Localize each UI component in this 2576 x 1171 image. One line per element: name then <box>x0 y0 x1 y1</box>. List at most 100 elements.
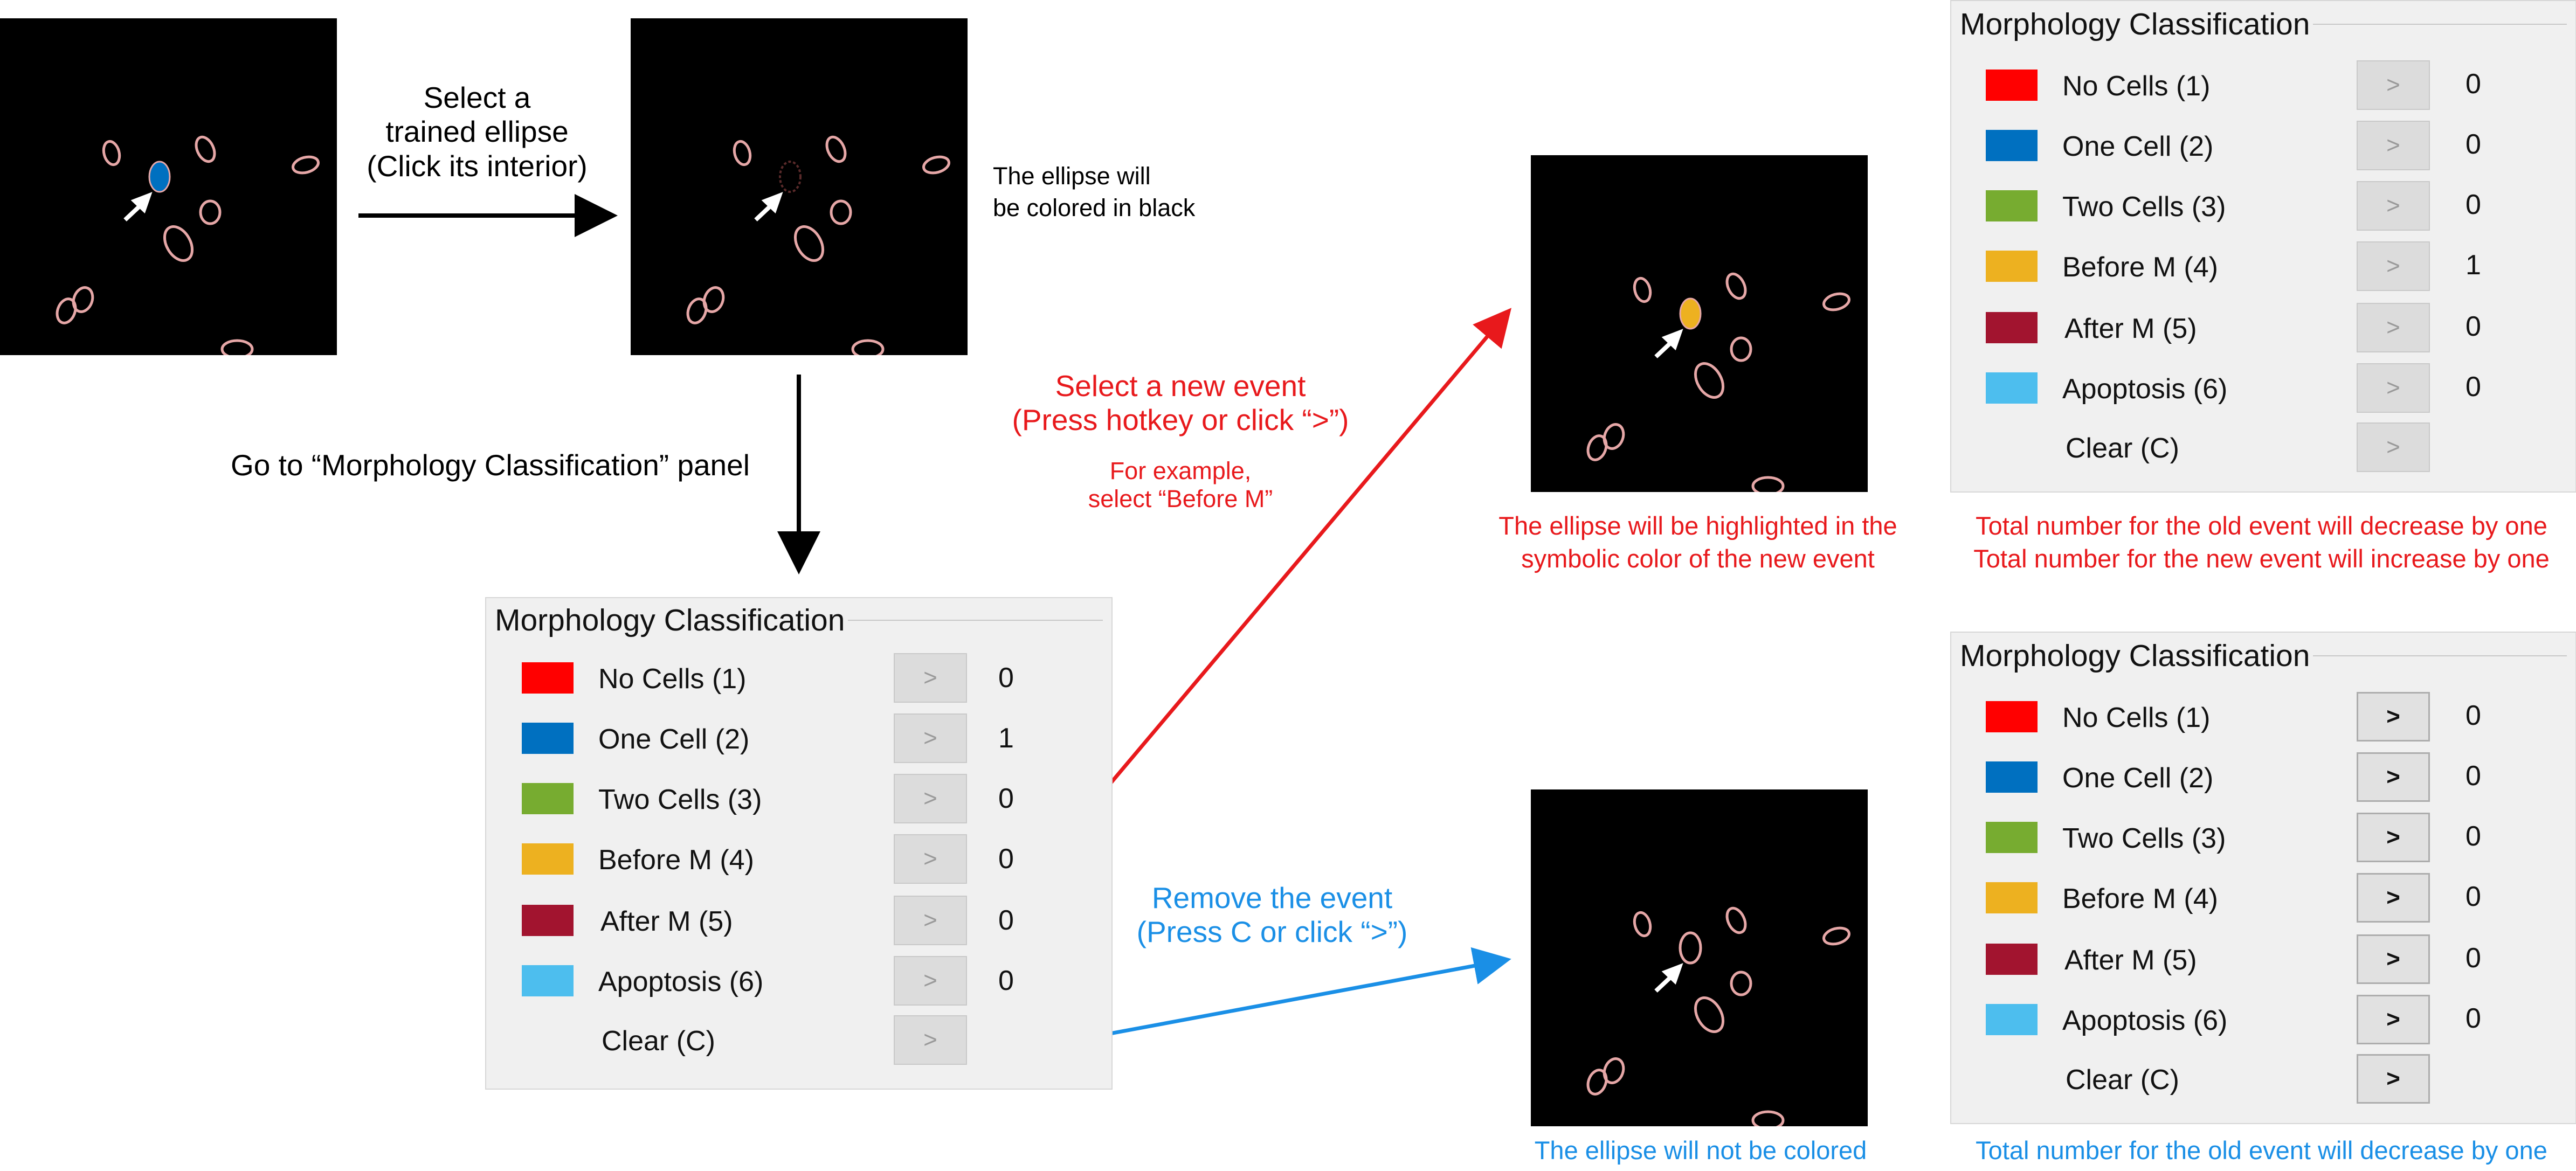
event-label: Before M (4) <box>2062 883 2218 914</box>
select-two-cells-button[interactable]: > <box>2357 181 2430 231</box>
microscopy-image-original <box>0 18 337 355</box>
color-swatch-two-cells <box>1986 822 2038 853</box>
color-swatch-before-m <box>1986 251 2038 282</box>
event-row-after-m: After M (5) > 0 <box>1951 301 2575 355</box>
event-label: Two Cells (3) <box>2062 191 2226 223</box>
morphology-classification-panel: Morphology Classification No Cells (1) >… <box>485 597 1113 1090</box>
cell-field <box>1586 272 1850 492</box>
panel-title: Morphology Classification <box>1957 638 2313 674</box>
clear-row: Clear (C) > <box>1951 1052 2575 1106</box>
clear-row: Clear (C) > <box>1951 420 2575 474</box>
select-apoptosis-button[interactable]: > <box>2357 995 2430 1044</box>
microscopy-image-selected <box>631 18 968 355</box>
cell-field <box>686 135 950 355</box>
color-swatch-after-m <box>522 905 574 936</box>
event-row-no-cells: No Cells (1) > 0 <box>486 651 1111 705</box>
select-no-cells-button[interactable]: > <box>894 653 967 703</box>
event-label: No Cells (1) <box>2062 702 2211 733</box>
cell-field <box>56 135 320 355</box>
event-count: 0 <box>2465 311 2481 342</box>
event-label: Apoptosis (6) <box>598 966 764 997</box>
clear-button[interactable]: > <box>2357 1054 2430 1104</box>
event-label: No Cells (1) <box>598 663 747 695</box>
event-row-one-cell: One Cell (2) > 0 <box>1951 119 2575 172</box>
clear-button[interactable]: > <box>894 1015 967 1065</box>
select-after-m-button[interactable]: > <box>2357 303 2430 352</box>
color-swatch-two-cells <box>1986 190 2038 221</box>
select-before-m-button[interactable]: > <box>894 834 967 884</box>
clear-label: Clear (C) <box>602 1026 715 1057</box>
event-label: Apoptosis (6) <box>2062 373 2228 405</box>
selected-ellipse <box>148 161 171 193</box>
select-no-cells-button[interactable]: > <box>2357 60 2430 110</box>
event-row-apoptosis: Apoptosis (6) > 0 <box>1951 361 2575 415</box>
event-count: 0 <box>2465 760 2481 792</box>
event-label: One Cell (2) <box>598 724 750 755</box>
event-count: 0 <box>998 843 1014 875</box>
select-two-cells-button[interactable]: > <box>2357 813 2430 862</box>
selected-ellipse <box>779 161 802 193</box>
clear-label: Clear (C) <box>2066 433 2179 464</box>
select-after-m-button[interactable]: > <box>2357 934 2430 984</box>
event-count: 0 <box>2465 189 2481 220</box>
remove-event-instruction: Remove the event (Press C or click “>”) <box>1136 881 1408 949</box>
event-row-before-m: Before M (4) > 0 <box>486 832 1111 886</box>
clear-label: Clear (C) <box>2066 1064 2179 1096</box>
cell-field <box>1586 906 1850 1126</box>
morphology-classification-panel-after-select: Morphology Classification No Cells (1) >… <box>1950 0 2576 493</box>
event-row-one-cell: One Cell (2) > 0 <box>1951 750 2575 804</box>
event-row-before-m: Before M (4) > 0 <box>1951 871 2575 925</box>
color-swatch-after-m <box>1986 944 2038 975</box>
event-count: 0 <box>2465 68 2481 100</box>
event-row-two-cells: Two Cells (3) > 0 <box>1951 179 2575 233</box>
color-swatch-before-m <box>1986 882 2038 913</box>
panel-title: Morphology Classification <box>1957 6 2313 42</box>
microscopy-image-before-m <box>1531 155 1868 492</box>
event-count: 0 <box>2465 129 2481 160</box>
select-apoptosis-button[interactable]: > <box>894 956 967 1006</box>
event-count: 0 <box>998 662 1014 694</box>
event-count: 0 <box>998 965 1014 996</box>
microscopy-image-cleared <box>1531 789 1868 1126</box>
color-swatch-apoptosis <box>522 965 574 996</box>
event-label: After M (5) <box>2064 945 2197 976</box>
not-colored-caption: The ellipse will not be colored <box>1534 1136 1867 1165</box>
event-count: 0 <box>2465 943 2481 974</box>
event-label: Two Cells (3) <box>598 784 762 815</box>
event-row-after-m: After M (5) > 0 <box>1951 932 2575 986</box>
clear-button[interactable]: > <box>2357 422 2430 472</box>
color-swatch-apoptosis <box>1986 372 2038 404</box>
event-count: 1 <box>998 723 1014 754</box>
clear-row: Clear (C) > <box>486 1013 1111 1067</box>
select-one-cell-button[interactable]: > <box>2357 121 2430 170</box>
event-count: 0 <box>2465 371 2481 403</box>
select-apoptosis-button[interactable]: > <box>2357 363 2430 413</box>
event-label: Before M (4) <box>598 844 754 876</box>
event-row-before-m: Before M (4) > 1 <box>1951 239 2575 293</box>
highlight-caption: The ellipse will be highlighted in the s… <box>1498 511 1897 573</box>
select-one-cell-button[interactable]: > <box>894 713 967 763</box>
color-swatch-before-m <box>522 843 574 875</box>
event-count: 0 <box>2465 821 2481 852</box>
color-swatch-no-cells <box>1986 70 2038 101</box>
event-label: No Cells (1) <box>2062 71 2211 102</box>
event-count: 1 <box>2465 250 2481 281</box>
event-count: 0 <box>2465 881 2481 912</box>
event-count: 0 <box>998 905 1014 936</box>
select-two-cells-button[interactable]: > <box>894 774 967 823</box>
select-before-m-button[interactable]: > <box>2357 241 2430 291</box>
color-swatch-one-cell <box>1986 130 2038 161</box>
select-after-m-button[interactable]: > <box>894 896 967 945</box>
event-label: After M (5) <box>2064 313 2197 344</box>
event-label: After M (5) <box>600 906 733 937</box>
color-swatch-no-cells <box>522 662 574 694</box>
select-no-cells-button[interactable]: > <box>2357 692 2430 742</box>
event-row-apoptosis: Apoptosis (6) > 0 <box>1951 993 2575 1047</box>
color-swatch-one-cell <box>1986 761 2038 793</box>
panel-title: Morphology Classification <box>492 602 848 638</box>
remove-event-arrow <box>1060 947 1511 1045</box>
select-one-cell-button[interactable]: > <box>2357 752 2430 802</box>
panel-select-caption: Total number for the old event will decr… <box>1973 511 2550 573</box>
select-before-m-button[interactable]: > <box>2357 873 2430 923</box>
morphology-classification-panel-after-clear: Morphology Classification No Cells (1) >… <box>1950 632 2576 1124</box>
